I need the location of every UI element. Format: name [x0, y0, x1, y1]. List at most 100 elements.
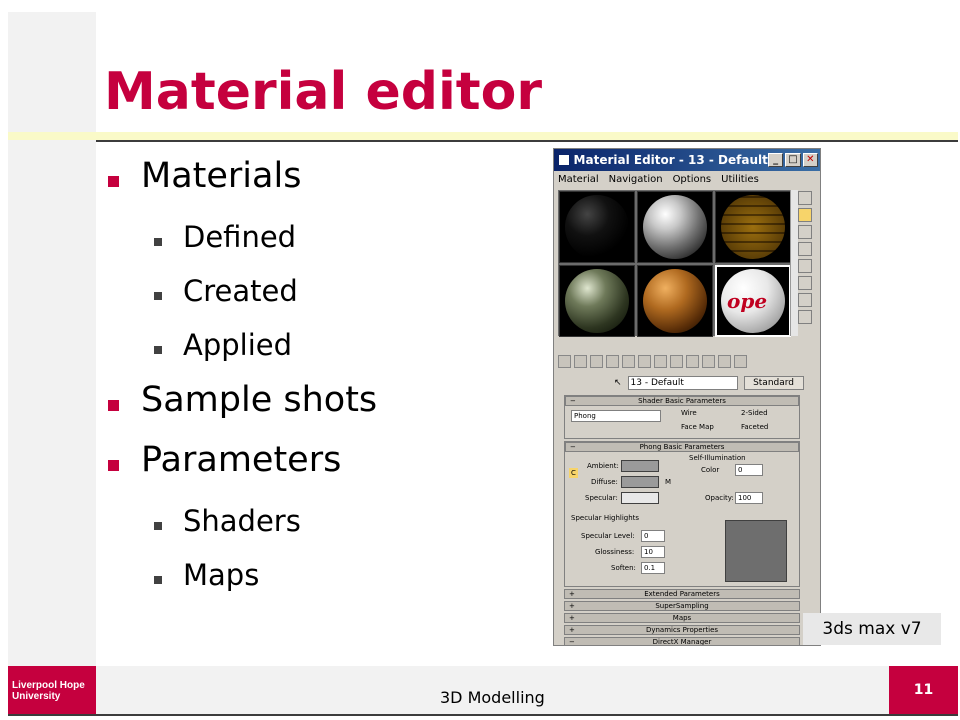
bullet-marker — [154, 238, 162, 246]
sample-sphere: ope — [721, 269, 785, 333]
bullet-marker — [154, 346, 162, 354]
opacity-field: 100 — [735, 492, 763, 504]
copy-material-icon — [622, 355, 635, 368]
sample-type-icon — [798, 191, 812, 205]
lock-ambient-diffuse-icon: C — [569, 468, 578, 478]
side-toolbar — [798, 191, 814, 327]
directx-manager-rollout: − DirectX Manager — [564, 637, 800, 645]
specular-level-field: 0 — [641, 530, 665, 542]
material-editor-screenshot: Material Editor - 13 - Default _ □ ✕ Mat… — [553, 148, 821, 646]
rollout-header: − Phong Basic Parameters — [565, 442, 799, 452]
sample-slots: ope — [558, 190, 791, 337]
video-color-check-icon — [798, 259, 812, 273]
minimize-icon: _ — [767, 153, 784, 167]
window-title: Material Editor - 13 - Default — [573, 153, 768, 167]
self-illumination-label: Self-Illumination — [689, 454, 746, 462]
assign-material-icon — [590, 355, 603, 368]
title-rule-highlight — [8, 132, 958, 140]
ambient-swatch — [621, 460, 659, 472]
bottom-toolbar — [558, 355, 774, 371]
footer-course: 3D Modelling — [440, 688, 545, 707]
sample-scrollbar — [790, 190, 798, 336]
bullet-marker — [154, 522, 162, 530]
sample-slot-active: ope — [715, 265, 791, 337]
sample-slot — [559, 191, 635, 263]
specular-highlights-label: Specular Highlights — [571, 514, 640, 522]
pick-material-icon: ↖ — [614, 378, 622, 388]
shader-basic-rollout: − Shader Basic Parameters Phong Wire 2-Si… — [564, 395, 800, 439]
maps-rollout: + Maps — [564, 613, 800, 625]
menu-utilities: Utilities — [721, 173, 759, 185]
specular-level-label: Specular Level: — [581, 532, 635, 540]
face-map-checkbox: Face Map — [681, 423, 714, 431]
university-logo: Liverpool Hope University — [8, 666, 96, 714]
material-id-icon — [670, 355, 683, 368]
bullet-marker — [108, 460, 119, 471]
show-end-result-icon — [702, 355, 715, 368]
menu-navigation: Navigation — [608, 173, 663, 185]
bullet-marker — [154, 292, 162, 300]
specular-label: Specular: — [585, 494, 618, 502]
bullet-marker — [108, 176, 119, 187]
wire-checkbox: Wire — [681, 409, 697, 417]
sample-slot — [637, 191, 713, 263]
sample-sphere-text: ope — [727, 289, 768, 313]
uv-tiling-icon — [798, 242, 812, 256]
menu-material: Material — [558, 173, 599, 185]
reset-icon — [606, 355, 619, 368]
sample-slot — [715, 191, 791, 263]
ambient-label: Ambient: — [587, 462, 619, 470]
logo-line-2: University — [12, 691, 61, 702]
footer-rule — [8, 714, 958, 716]
options-icon — [798, 293, 812, 307]
soften-label: Soften: — [611, 564, 636, 572]
select-by-material-icon — [798, 310, 812, 324]
rollout-header: + Extended Parameters — [564, 589, 800, 599]
highlight-graph — [725, 520, 787, 582]
sample-sphere — [643, 195, 707, 259]
self-illum-color-checkbox: Color — [701, 466, 720, 474]
close-icon: ✕ — [802, 153, 818, 167]
app-icon — [558, 154, 570, 166]
slide-title: Material editor — [104, 62, 542, 122]
rollout-header: − DirectX Manager — [564, 637, 800, 645]
diffuse-swatch — [621, 476, 659, 488]
extended-parameters-rollout: + Extended Parameters — [564, 589, 800, 601]
rollout-header: − Shader Basic Parameters — [565, 396, 799, 406]
logo-line-1: Liverpool Hope — [12, 680, 85, 691]
self-illum-value-field: 0 — [735, 464, 763, 476]
rollout-header: + SuperSampling — [564, 601, 800, 611]
shader-type-select: Phong — [571, 410, 661, 422]
material-type-button: Standard — [743, 376, 804, 390]
sample-sphere — [565, 195, 629, 259]
make-preview-icon — [798, 276, 812, 290]
sample-sphere — [643, 269, 707, 333]
maximize-icon: □ — [785, 153, 801, 167]
faceted-checkbox: Faceted — [741, 423, 769, 431]
material-name-row: ↖ 13 - Default Standard — [614, 375, 814, 391]
sample-sphere — [565, 269, 629, 333]
show-map-icon — [686, 355, 699, 368]
opacity-label: Opacity: — [705, 494, 734, 502]
soften-field: 0.1 — [641, 562, 665, 574]
material-name-field: 13 - Default — [627, 376, 738, 390]
dynamics-properties-rollout: + Dynamics Properties — [564, 625, 800, 637]
diffuse-map-button: M — [665, 478, 672, 486]
get-material-icon — [558, 355, 571, 368]
sample-sphere — [721, 195, 785, 259]
diffuse-label: Diffuse: — [591, 478, 618, 486]
supersampling-rollout: + SuperSampling — [564, 601, 800, 613]
glossiness-label: Glossiness: — [595, 548, 635, 556]
screenshot-caption: 3ds max v7 — [803, 613, 941, 645]
rollout-header: + Dynamics Properties — [564, 625, 800, 635]
bullet-marker — [154, 576, 162, 584]
window-titlebar: Material Editor - 13 - Default _ □ ✕ — [554, 149, 820, 171]
make-unique-icon — [638, 355, 651, 368]
go-to-parent-icon — [718, 355, 731, 368]
specular-swatch — [621, 492, 659, 504]
backlight-icon — [798, 208, 812, 222]
sample-slot — [637, 265, 713, 337]
put-to-library-icon — [654, 355, 667, 368]
go-forward-icon — [734, 355, 747, 368]
rollout-header: + Maps — [564, 613, 800, 623]
